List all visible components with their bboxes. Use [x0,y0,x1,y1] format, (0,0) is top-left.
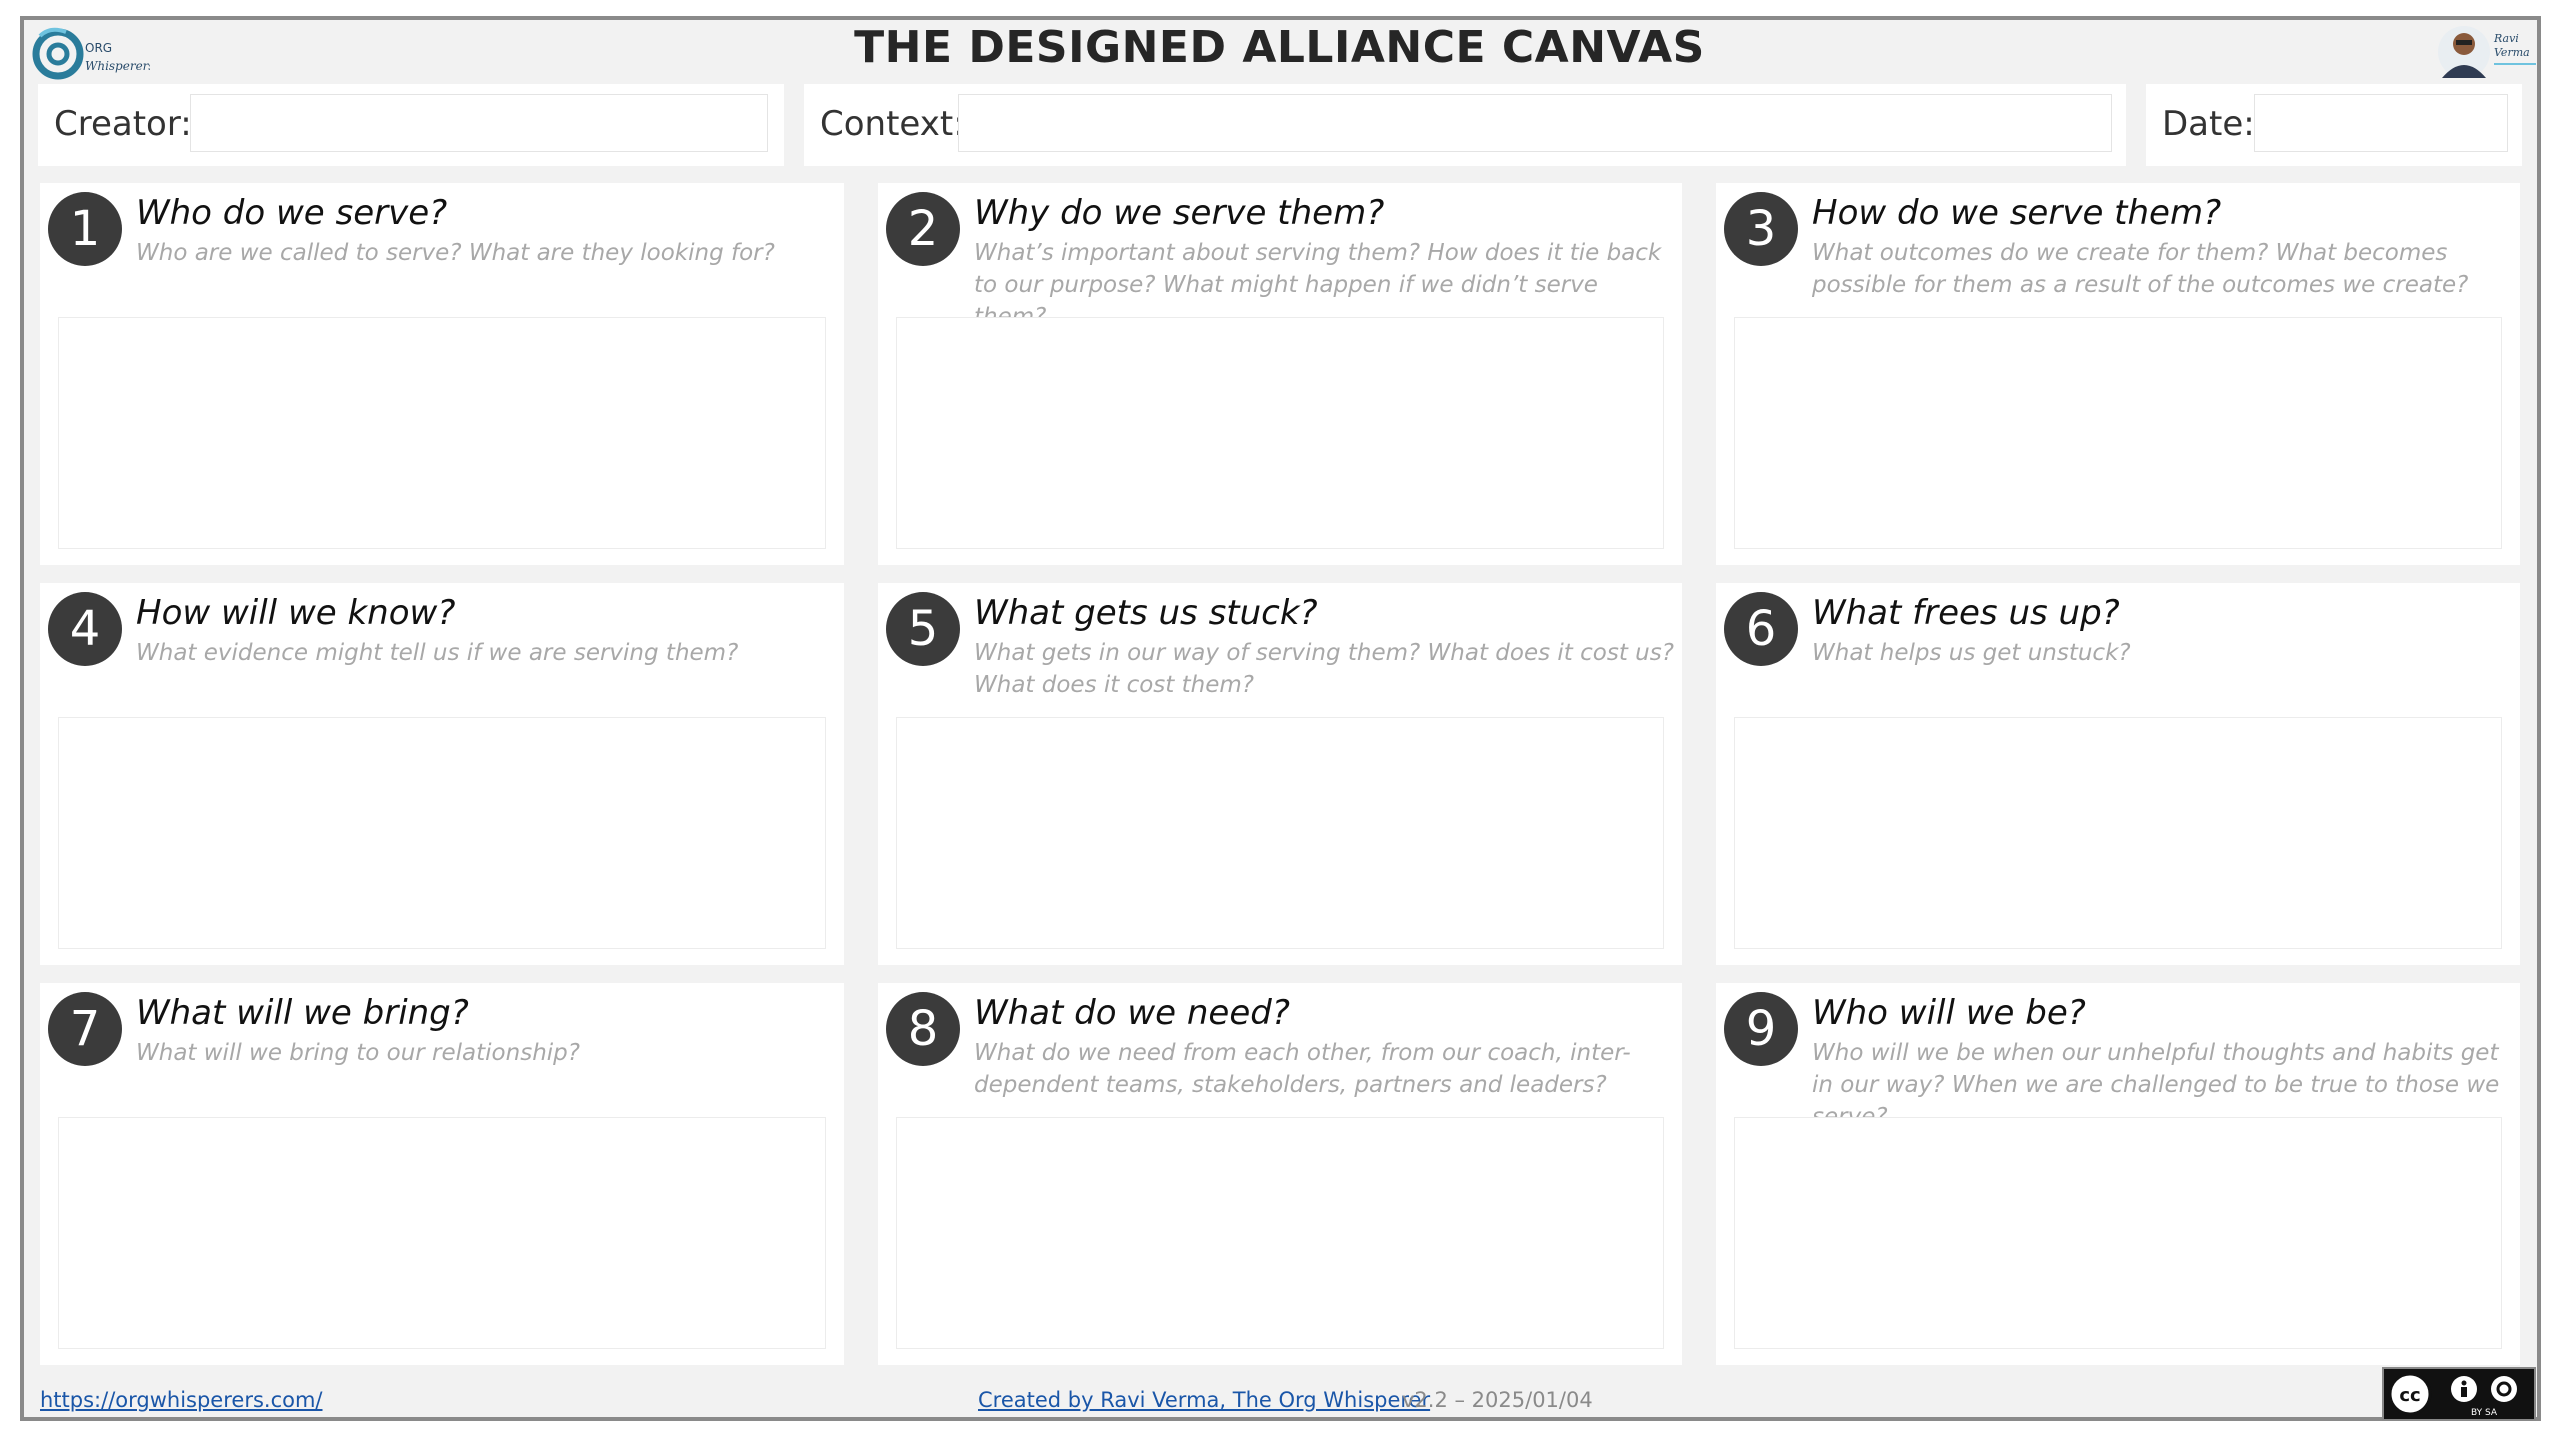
card-what-frees-us-up: 6 What frees us up? What helps us get un… [1716,583,2520,965]
context-label: Context: [820,104,965,144]
step-number-4: 4 [48,592,122,666]
svg-text:Ravi: Ravi [2493,32,2519,45]
date-label: Date: [2162,104,2255,144]
card-question: What frees us up? [1812,593,2120,633]
card-how-will-we-know: 4 How will we know? What evidence might … [40,583,844,965]
card-how-do-we-serve-them: 3 How do we serve them? What outcomes do… [1716,183,2520,565]
credit-link[interactable]: Created by Ravi Verma, The Org Whisperer [978,1388,1430,1412]
card-question: What will we bring? [136,993,469,1033]
answer-area[interactable] [1734,317,2502,549]
answer-area[interactable] [896,1117,1664,1349]
card-what-will-we-bring: 7 What will we bring? What will we bring… [40,983,844,1365]
answer-area[interactable] [1734,1117,2502,1349]
card-question: How do we serve them? [1812,193,2222,233]
answer-area[interactable] [1734,717,2502,949]
creative-commons-badge: cc BY SA [2382,1367,2536,1421]
step-number-2: 2 [886,192,960,266]
context-field[interactable] [958,94,2112,152]
card-prompt: What gets in our way of serving them? Wh… [974,640,1674,698]
context-box: Context: [804,84,2126,166]
card-question: Who will we be? [1812,993,2086,1033]
card-question: What do we need? [974,993,1290,1033]
card-what-gets-us-stuck: 5 What gets us stuck? What gets in our w… [878,583,1682,965]
step-number-5: 5 [886,592,960,666]
step-number-8: 8 [886,992,960,1066]
step-number-1: 1 [48,192,122,266]
ravi-verma-logo: Ravi Verma [2432,20,2542,82]
card-question: Who do we serve? [136,193,448,233]
card-prompt: What evidence might tell us if we are se… [136,640,739,666]
card-prompt: Who are we called to serve? What are the… [136,240,775,266]
answer-area[interactable] [58,717,826,949]
card-prompt: What do we need from each other, from ou… [974,1040,1631,1098]
date-box: Date: [2146,84,2522,166]
date-field[interactable] [2254,94,2508,152]
svg-text:cc: cc [2399,1385,2420,1406]
svg-text:Verma: Verma [2494,46,2530,59]
step-number-7: 7 [48,992,122,1066]
license-text: BY SA [2471,1408,2498,1418]
creator-label: Creator: [54,104,192,144]
step-number-3: 3 [1724,192,1798,266]
card-who-do-we-serve: 1 Who do we serve? Who are we called to … [40,183,844,565]
step-number-9: 9 [1724,992,1798,1066]
answer-area[interactable] [58,1117,826,1349]
card-prompt: What will we bring to our relationship? [136,1040,580,1066]
card-what-do-we-need: 8 What do we need? What do we need from … [878,983,1682,1365]
answer-area[interactable] [58,317,826,549]
card-why-do-we-serve-them: 2 Why do we serve them? What’s important… [878,183,1682,565]
card-question: How will we know? [136,593,456,633]
version-text: v2.2 – 2025/01/04 [1402,1388,1593,1412]
website-link[interactable]: https://orgwhisperers.com/ [40,1388,323,1412]
page-title: THE DESIGNED ALLIANCE CANVAS [854,22,1705,73]
answer-area[interactable] [896,317,1664,549]
card-who-will-we-be: 9 Who will we be? Who will we be when ou… [1716,983,2520,1365]
step-number-6: 6 [1724,592,1798,666]
card-question: What gets us stuck? [974,593,1318,633]
card-question: Why do we serve them? [974,193,1385,233]
answer-area[interactable] [896,717,1664,949]
creator-box: Creator: [38,84,784,166]
card-prompt: What outcomes do we create for them? Wha… [1812,240,2469,298]
creator-field[interactable] [190,94,768,152]
card-prompt: What helps us get unstuck? [1812,640,2131,666]
